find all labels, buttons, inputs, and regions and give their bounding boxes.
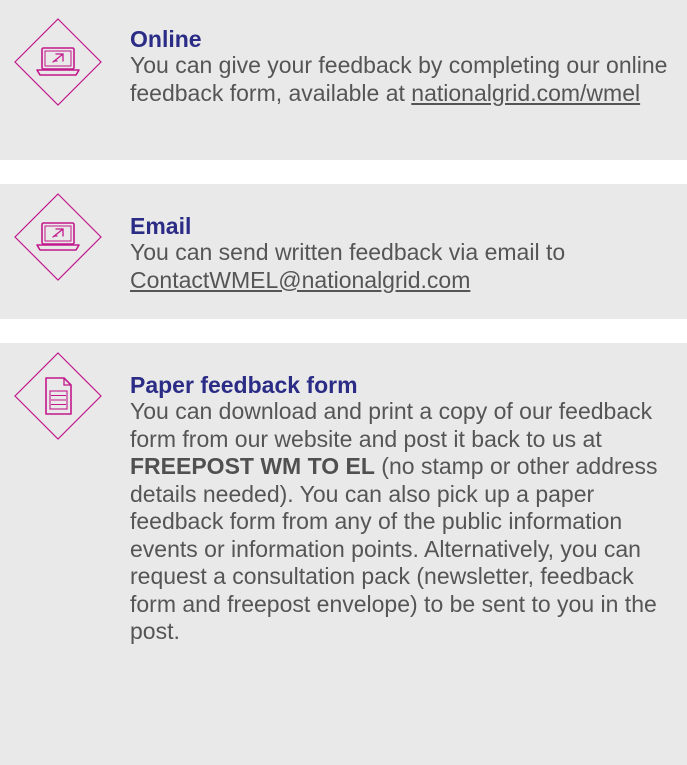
laptop-icon bbox=[14, 193, 102, 281]
freepost-address: FREEPOST WM TO EL bbox=[130, 453, 375, 479]
email-description: You can send written feedback via email … bbox=[130, 239, 673, 294]
document-icon bbox=[14, 352, 102, 440]
online-description: You can give your feedback by completing… bbox=[130, 52, 673, 107]
email-text: You can send written feedback via email … bbox=[130, 239, 566, 265]
paper-text-after: (no stamp or other address details neede… bbox=[130, 453, 658, 644]
paper-description: You can download and print a copy of our… bbox=[130, 398, 673, 646]
email-address-link[interactable]: ContactWMEL@nationalgrid.com bbox=[130, 267, 470, 293]
paper-text-before: You can download and print a copy of our… bbox=[130, 398, 653, 452]
email-title: Email bbox=[130, 213, 192, 239]
paper-title: Paper feedback form bbox=[130, 372, 358, 398]
laptop-icon bbox=[14, 18, 102, 106]
paper-feedback-card: Paper feedback form You can download and… bbox=[0, 343, 687, 765]
online-feedback-card: Online You can give your feedback by com… bbox=[0, 0, 687, 160]
online-title: Online bbox=[130, 26, 202, 52]
online-form-link[interactable]: nationalgrid.com/wmel bbox=[411, 80, 640, 106]
email-feedback-card: Email You can send written feedback via … bbox=[0, 184, 687, 319]
